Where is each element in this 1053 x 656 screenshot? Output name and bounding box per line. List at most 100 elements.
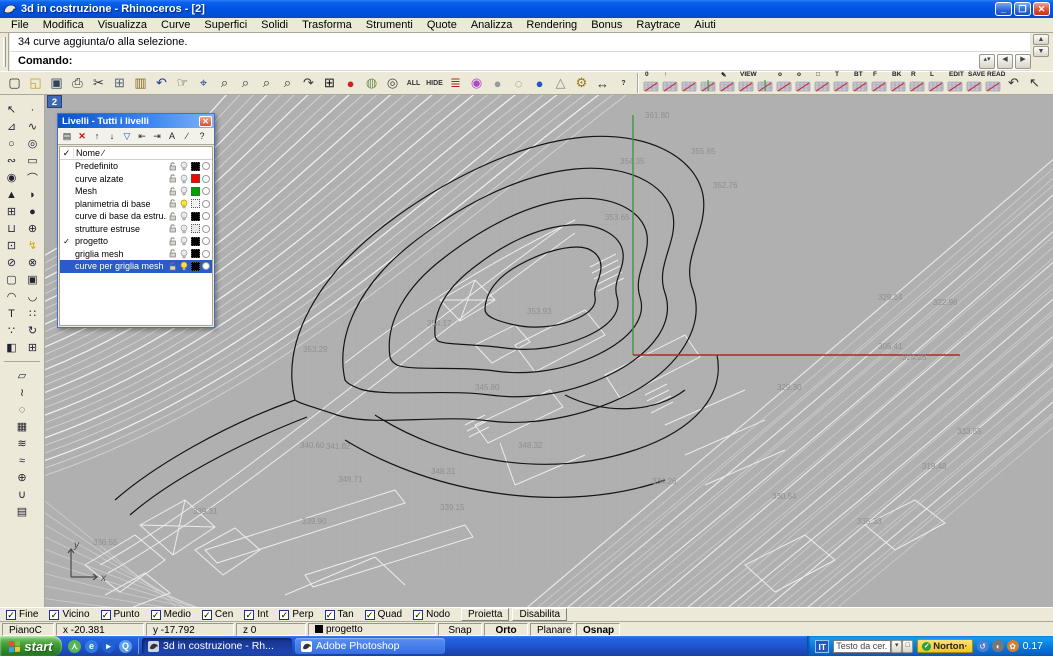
interpolate-curve-icon[interactable]: ∾ [2,152,21,169]
mesh-tool-icon-12[interactable]: F [870,72,889,94]
layer-color-swatch[interactable] [189,237,202,246]
arc-mid-icon[interactable]: ◡ [23,288,42,305]
sort-icon[interactable]: ∕ [180,129,194,143]
mesh-tool-icon-4[interactable]: ✎ [718,72,737,94]
selection-crossing-icon[interactable]: ▣ [23,271,42,288]
lock-icon[interactable] [167,199,178,208]
material-circle-icon[interactable] [202,262,210,270]
curve-icon[interactable]: ∿ [23,118,42,135]
layers-icon[interactable]: ≣ [445,73,466,94]
layer-row[interactable]: curve per griglia mesh [60,260,212,273]
menu-bonus[interactable]: Bonus [584,18,629,33]
checkbox-icon[interactable]: ✓ [413,610,423,620]
layer-name[interactable]: curve di base da estru... [73,211,167,221]
lock-icon[interactable] [167,262,178,271]
cursor-pointer-icon[interactable]: ↖ [1024,73,1045,94]
mesh-tool-bt[interactable]: BT [851,72,870,94]
trim-icon[interactable]: ⊗ [23,254,42,271]
menu-strumenti[interactable]: Strumenti [359,18,420,33]
rename-icon[interactable]: A [165,129,179,143]
sphere-icon[interactable]: ● [23,203,42,220]
zoom-extents-icon[interactable]: ⌕ [277,73,298,94]
circle-icon[interactable]: ○ [2,135,21,152]
split-icon[interactable]: ⊘ [2,254,21,271]
command-input[interactable] [72,53,1030,69]
mesh-tool-icon-10[interactable]: T [832,72,851,94]
layers-panel-titlebar[interactable]: Livelli - Tutti i livelli ✕ [58,114,214,128]
task-button[interactable]: Adobe Photoshop [295,638,445,654]
menu-analizza[interactable]: Analizza [464,18,520,33]
menu-raytrace[interactable]: Raytrace [629,18,687,33]
lock-icon[interactable] [167,174,178,183]
point-grid-icon[interactable]: ∷ [23,305,42,322]
material-circle-icon[interactable] [202,175,210,183]
cplane-pane[interactable]: PianoC [2,623,54,636]
messenger-icon[interactable]: ⋏ [68,640,81,653]
move-up-icon[interactable]: ↑ [90,129,104,143]
layer-color-swatch[interactable] [189,199,202,208]
checkbox-icon[interactable]: ✓ [6,610,16,620]
camera-target-icon[interactable]: ◎ [382,73,403,94]
menu-trasforma[interactable]: Trasforma [295,18,359,33]
arc-start-icon[interactable]: ◠ [2,288,21,305]
command-grip[interactable] [0,33,9,71]
toggle-planare[interactable]: Planare [530,623,574,636]
cone-icon[interactable]: △ [550,73,571,94]
bulb-icon[interactable] [178,249,189,259]
mesh-tool-edit[interactable]: EDIT [946,72,965,94]
flow-icon[interactable]: ≈ [13,452,32,469]
task-button[interactable]: 3d in costruzione - Rh... [142,638,292,654]
layer-color-swatch[interactable] [189,249,202,258]
print-icon[interactable]: ⎙ [67,73,88,94]
layer-name[interactable]: Mesh [73,186,167,196]
perspective-icon[interactable]: ▱ [13,367,32,384]
scroll-up-icon[interactable]: ▲ [1033,34,1049,45]
mesh-tool-icon-15[interactable]: L [927,72,946,94]
layers-panel[interactable]: Livelli - Tutti i livelli ✕ ▤✕↑↓▽⇤⇥A∕? ✓… [57,113,215,328]
layer-row[interactable]: curve alzate [60,173,212,186]
bulb-icon[interactable] [178,186,189,196]
material-circle-icon[interactable] [202,225,210,233]
zoom-dynamic-icon[interactable]: ⌕ [214,73,235,94]
point-cloud-icon[interactable]: ∵ [2,322,21,339]
viewport-layout-icon[interactable]: ⊞ [319,73,340,94]
menu-solidi[interactable]: Solidi [254,18,295,33]
layer-row[interactable]: ✓progetto [60,235,212,248]
material-circle-icon[interactable] [202,212,210,220]
new-layer-icon[interactable]: ▤ [60,129,74,143]
layer-name[interactable]: curve per griglia mesh [73,261,167,271]
layer-name[interactable]: Predefinito [73,161,167,171]
viewport[interactable]: 2 [45,95,1053,607]
undo-icon[interactable]: ↶ [151,73,172,94]
language-indicator[interactable]: IT [815,640,829,653]
bulb-icon[interactable] [178,161,189,171]
mesh-tool-read[interactable]: READ [984,72,1003,94]
ellipse-icon[interactable]: ◎ [23,135,42,152]
pan-icon[interactable]: ☞ [172,73,193,94]
mesh-tool-icon-8[interactable]: o [794,72,813,94]
lock-icon[interactable] [167,212,178,221]
rendered-view-icon[interactable]: ● [529,73,550,94]
mesh-tool-icon-14[interactable]: R [908,72,927,94]
pipe-icon[interactable]: ≀ [13,384,32,401]
undo-view-icon[interactable]: ↷ [298,73,319,94]
history-forward-icon[interactable]: ▶ [1015,54,1031,69]
checkbox-icon[interactable]: ✓ [244,610,254,620]
lasso-icon[interactable]: ◌ [13,401,32,418]
checkbox-icon[interactable]: ✓ [325,610,335,620]
name-column-header[interactable]: Nome ∕ [73,148,212,158]
media-player-icon[interactable]: ▸ [102,640,115,653]
menu-curve[interactable]: Curve [154,18,197,33]
help-icon[interactable]: ? [195,129,209,143]
disabilita-button[interactable]: Disabilita [512,608,567,621]
menu-rendering[interactable]: Rendering [519,18,584,33]
circle-deform-icon[interactable]: ◉ [2,169,21,186]
checkbox-icon[interactable]: ✓ [279,610,289,620]
checkbox-icon[interactable]: ✓ [202,610,212,620]
lock-icon[interactable] [167,224,178,233]
checkbox-icon[interactable]: ✓ [101,610,111,620]
quicktime-icon[interactable]: Q [119,640,132,653]
zoom-selected-icon[interactable]: ⌕ [256,73,277,94]
arc-icon[interactable]: ⌒ [23,169,42,186]
spotlight-icon[interactable]: ▲ [2,186,21,203]
